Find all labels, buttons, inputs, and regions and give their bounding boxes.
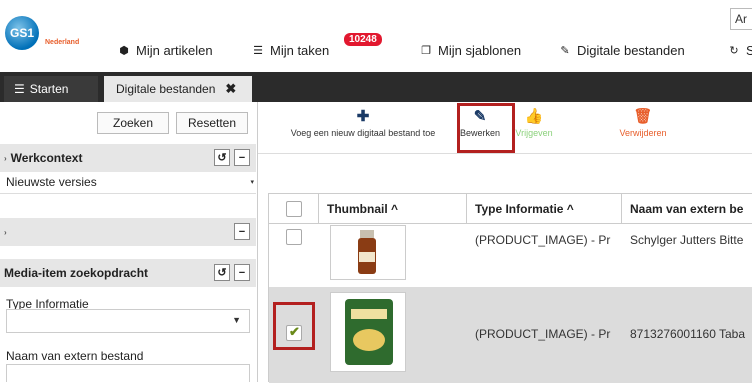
select-all-checkbox[interactable] [286, 201, 302, 217]
cell-extern-naam: Schylger Jutters Bitte [630, 233, 744, 247]
column-thumbnail[interactable]: Thumbnail ^ [319, 194, 467, 224]
cell-type: (PRODUCT_IMAGE) - Pr [475, 327, 611, 341]
chevron-right-icon: › [4, 153, 7, 163]
table-row[interactable]: (PRODUCT_IMAGE) - Pr Schylger Jutters Bi… [269, 225, 752, 287]
tasks-count-badge: 10248 [344, 33, 382, 46]
column-type-informatie[interactable]: Type Informatie ^ [467, 194, 622, 224]
collapse-icon[interactable]: − [234, 223, 250, 240]
plus-icon: ✚ [356, 108, 370, 125]
nav-mijn-taken[interactable]: ☰ Mijn taken [252, 43, 329, 58]
reset-button[interactable]: Resetten [176, 112, 248, 134]
cube-icon: ⬢ [119, 45, 129, 57]
version-select[interactable]: Nieuwste versies ▾ [0, 172, 256, 194]
paperclip-icon: ✎ [560, 45, 570, 57]
undo-icon[interactable]: ↺ [214, 264, 230, 281]
list-icon: ☰ [253, 45, 263, 57]
add-file-button[interactable]: ✚ Voeg een nieuw digitaal bestand toe [278, 106, 448, 138]
close-icon[interactable]: ✖ [225, 81, 236, 97]
nav-digitale-bestanden[interactable]: ✎ Digitale bestanden [559, 43, 684, 58]
extern-bestand-input[interactable] [6, 364, 250, 382]
collapse-icon[interactable]: − [234, 264, 250, 281]
media-search-header[interactable]: Media-item zoekopdracht ↺ − [0, 259, 256, 287]
cell-extern-naam: 8713276001160 Taba [630, 327, 746, 341]
column-extern-naam[interactable]: Naam van extern be [622, 194, 752, 224]
product-thumbnail [330, 292, 406, 372]
edit-button-highlight [457, 103, 515, 153]
select-all-header[interactable] [269, 194, 319, 224]
nav-mijn-artikelen[interactable]: ⬢ Mijn artikelen [118, 43, 212, 58]
search-panel: Zoeken Resetten › Werkcontext ↺ − Nieuws… [0, 102, 258, 382]
language-select[interactable]: Ar [730, 8, 752, 30]
tab-starten[interactable]: ☰ Starten [4, 76, 98, 102]
approve-button[interactable]: 👍 Vrijgeven [514, 106, 554, 138]
copy-icon: ❐ [421, 45, 431, 57]
tab-bar: ☰ Starten Digitale bestanden ✖ [0, 72, 752, 102]
product-thumbnail [330, 225, 406, 280]
undo-icon[interactable]: ↺ [214, 149, 230, 166]
search-button[interactable]: Zoeken [97, 112, 169, 134]
type-informatie-select[interactable]: ▼ [6, 309, 250, 333]
files-grid: Thumbnail ^ Type Informatie ^ Naam van e… [268, 193, 752, 383]
werkcontext-header[interactable]: › Werkcontext ↺ − [0, 144, 256, 172]
row-checkbox[interactable] [286, 229, 302, 245]
thumbs-up-icon: 👍 [524, 108, 544, 125]
gs1-logo[interactable]: GS1 [5, 16, 39, 50]
logo-subtitle: Nederland [45, 39, 80, 46]
menu-icon: ☰ [14, 82, 25, 96]
top-navigation: GS1 Nederland ⬢ Mijn artikelen ☰ Mijn ta… [0, 0, 752, 72]
selected-checkbox-highlight [273, 302, 315, 350]
table-row-selected[interactable]: ✔ (PRODUCT_IMAGE) - Pr 8713276001160 Tab… [269, 287, 752, 383]
cell-type: (PRODUCT_IMAGE) - Pr [475, 233, 611, 247]
collapsed-section-header[interactable]: › − [0, 218, 256, 246]
tab-digitale-bestanden[interactable]: Digitale bestanden ✖ [104, 76, 252, 102]
chevron-down-icon: ▼ [232, 315, 241, 325]
chevron-right-icon: › [4, 227, 7, 237]
dropdown-icon: ▾ [250, 179, 254, 186]
trash-icon: 🗑 [633, 108, 653, 125]
nav-more[interactable]: ↻ S [728, 43, 752, 58]
extern-bestand-label: Naam van extern bestand [6, 349, 144, 363]
collapse-icon[interactable]: − [234, 149, 250, 166]
refresh-icon: ↻ [729, 45, 739, 57]
delete-button[interactable]: 🗑 Verwijderen [613, 106, 673, 138]
nav-mijn-sjablonen[interactable]: ❐ Mijn sjablonen [420, 43, 521, 58]
